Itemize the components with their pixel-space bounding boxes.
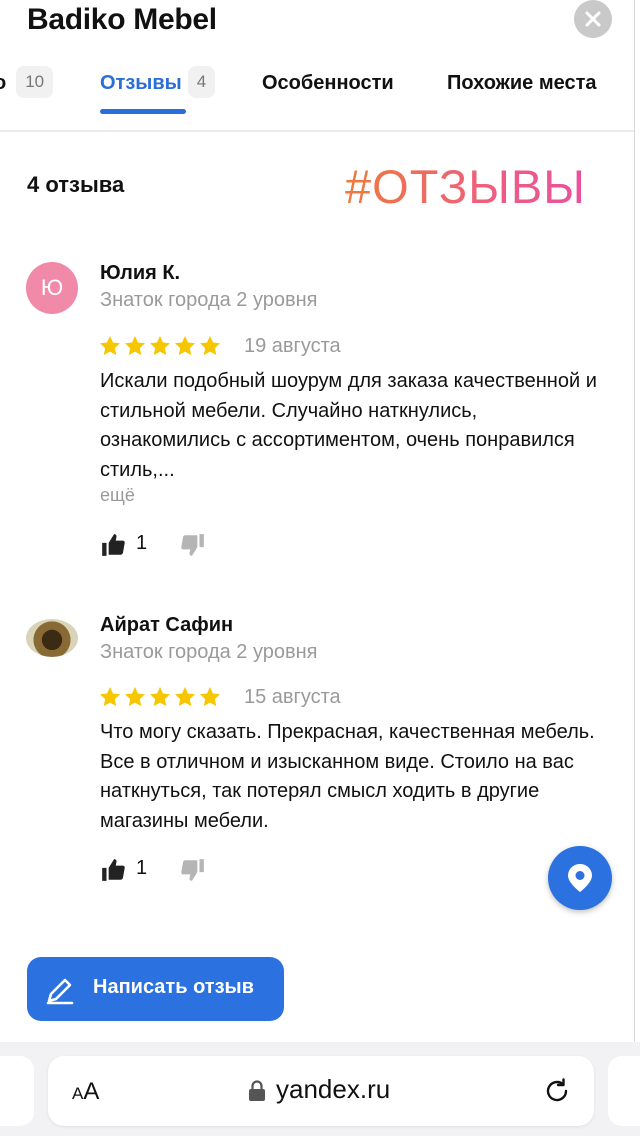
write-review-button[interactable]: Написать отзыв <box>27 957 284 1021</box>
review-text: Искали подобный шоурум для заказа качест… <box>100 370 597 481</box>
browser-toolbar: AA yandex.ru <box>0 1042 640 1136</box>
lock-icon <box>249 1080 265 1101</box>
tab-label: Отзывы <box>100 72 182 94</box>
map-location-button[interactable] <box>548 846 612 910</box>
active-tab-indicator <box>100 109 186 114</box>
url-text: yandex.ru <box>276 1074 391 1104</box>
star-icon <box>100 336 120 356</box>
star-icon <box>125 336 145 356</box>
thumbs-down-icon[interactable] <box>180 857 206 883</box>
divider <box>0 130 634 132</box>
previous-tab-edge[interactable] <box>0 1056 34 1126</box>
star-icon <box>200 687 220 707</box>
tab-similar-places[interactable]: Похожие места <box>447 58 597 108</box>
avatar[interactable]: Ю <box>26 262 78 314</box>
reviewer-name[interactable]: Юлия К. <box>100 262 180 285</box>
star-icon <box>175 687 195 707</box>
tab-features[interactable]: Особенности <box>262 58 394 108</box>
tab-photos[interactable]: о 10 <box>0 58 54 108</box>
tab-reviews[interactable]: Отзывы 4 <box>100 58 216 108</box>
tab-label: Особенности <box>262 72 394 94</box>
thumbs-up-icon[interactable] <box>100 857 126 883</box>
next-tab-edge[interactable] <box>608 1056 640 1126</box>
star-icon <box>125 687 145 707</box>
pencil-icon <box>46 978 74 1005</box>
reviews-hashtag: #ОТЗЫВЫ <box>345 160 586 213</box>
close-button[interactable] <box>574 0 612 38</box>
reviewer-level: Знаток города 2 уровня <box>100 289 318 311</box>
place-title: Badiko Mebel <box>27 3 217 36</box>
address-bar[interactable]: AA yandex.ru <box>48 1056 594 1126</box>
star-icon <box>150 336 170 356</box>
reviews-count: 4 отзыва <box>27 172 125 197</box>
tab-count: 10 <box>16 65 54 98</box>
tab-count: 4 <box>187 65 216 98</box>
tab-bar: о 10 Отзывы4 Особенности Похожие места <box>0 58 634 128</box>
thumbs-up-icon[interactable] <box>100 532 126 558</box>
reload-icon[interactable] <box>542 1076 572 1106</box>
thumbs-down-icon[interactable] <box>180 532 206 558</box>
text-size-button[interactable]: AA <box>72 1078 99 1106</box>
tab-label: о <box>0 72 6 94</box>
star-icon <box>175 336 195 356</box>
write-review-label: Написать отзыв <box>93 976 254 998</box>
close-icon <box>585 11 601 27</box>
reviewer-level: Знаток города 2 уровня <box>100 641 318 663</box>
star-icon <box>150 687 170 707</box>
star-icon <box>100 687 120 707</box>
review-text: Что могу сказать. Прекрасная, качественн… <box>100 721 595 832</box>
likes-count: 1 <box>136 532 148 554</box>
star-icon <box>200 336 220 356</box>
review-date: 15 августа <box>244 686 341 708</box>
read-more-link[interactable]: ещё <box>100 485 135 506</box>
rating-stars <box>98 685 223 711</box>
reviewer-name[interactable]: Айрат Сафин <box>100 614 233 637</box>
tab-label: Похожие места <box>447 72 597 94</box>
place-card: Badiko Mebel о 10 Отзывы4 Особенности Пох… <box>0 0 635 1042</box>
rating-stars <box>98 334 223 360</box>
map-pin-icon <box>568 864 592 892</box>
likes-count: 1 <box>136 857 148 879</box>
avatar[interactable] <box>26 619 78 657</box>
review-date: 19 августа <box>244 335 341 357</box>
